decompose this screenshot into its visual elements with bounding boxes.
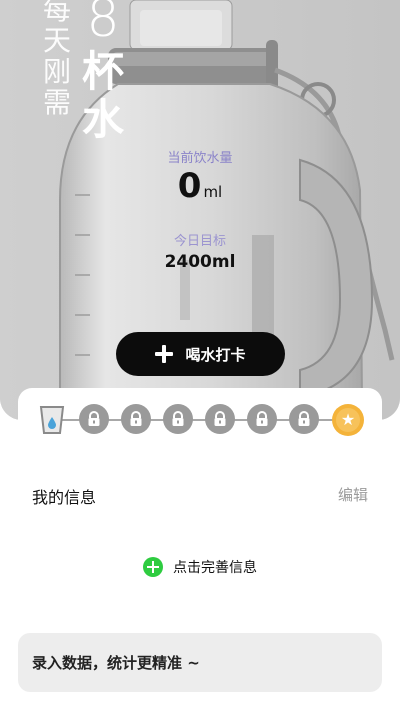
my-info-title: 我的信息 <box>32 488 97 507</box>
slogan-text: 每 天 刚 需 <box>40 0 74 118</box>
cups-number: 8 <box>86 0 120 49</box>
complete-info-button[interactable]: 点击完善信息 <box>0 557 400 577</box>
plus-icon <box>155 345 174 363</box>
intake-label: 当前饮水量 <box>167 151 233 166</box>
cup-icon <box>38 404 66 436</box>
lock-icon <box>130 411 142 426</box>
tip-banner: 录入数据，统计更精准 ~ <box>18 633 382 692</box>
intake-number: 0 <box>177 166 202 206</box>
lock-icon <box>172 411 184 426</box>
goal-label: 今日目标 <box>173 234 226 249</box>
goal-value: 2400ml <box>164 252 236 272</box>
lock-node <box>289 404 319 434</box>
lock-icon <box>256 411 268 426</box>
cups-char: 水 <box>81 95 124 144</box>
lock-icon <box>298 411 310 426</box>
lock-node <box>247 404 277 434</box>
edit-button[interactable]: 编辑 <box>338 484 368 505</box>
cups-char: 杯 <box>81 47 124 96</box>
checkin-label: 喝水打卡 <box>185 345 246 364</box>
intake-unit: ml <box>203 183 223 201</box>
lock-icon <box>214 411 226 426</box>
slogan-char: 每 <box>42 0 71 26</box>
hero-banner: 每 天 刚 需 8 杯 水 当前饮水量 0 ml 今日目标 2400ml 喝水打卡 <box>0 0 400 420</box>
cups-slogan: 8 杯 水 <box>78 0 128 144</box>
star-reward-node: ★ <box>332 404 364 436</box>
slogan-char: 刚 <box>42 55 71 88</box>
tip-text: 录入数据，统计更精准 ~ <box>32 654 200 672</box>
progress-tracker: ★ <box>18 388 382 452</box>
lock-node <box>163 404 193 434</box>
slogan-char: 天 <box>42 24 71 57</box>
add-circle-icon <box>143 557 163 577</box>
lock-node <box>79 404 109 434</box>
lock-node <box>121 404 151 434</box>
star-icon: ★ <box>336 408 360 432</box>
intake-value: 0 ml <box>0 166 400 206</box>
lock-node <box>205 404 235 434</box>
checkin-button[interactable]: 喝水打卡 <box>116 332 285 376</box>
slogan-char: 需 <box>42 86 71 119</box>
complete-info-label: 点击完善信息 <box>173 560 257 576</box>
lock-icon <box>88 411 100 426</box>
